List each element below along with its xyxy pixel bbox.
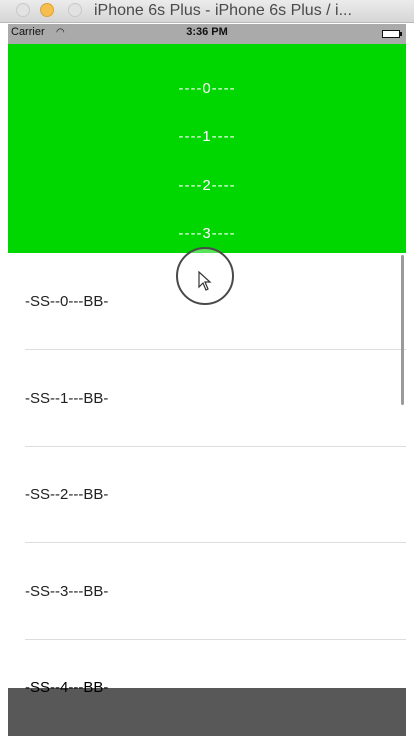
battery-icon bbox=[382, 30, 402, 38]
minimize-window-button[interactable] bbox=[40, 3, 54, 17]
touch-cursor-indicator bbox=[176, 247, 234, 305]
partially-hidden-row-label: -SS--4---BB- bbox=[25, 680, 109, 696]
zoom-window-button[interactable] bbox=[68, 3, 82, 17]
green-header: ----0---- ----1---- ----2---- ----3---- bbox=[8, 44, 406, 253]
window-title-bar: iPhone 6s Plus - iPhone 6s Plus / i... bbox=[0, 0, 414, 23]
row-label: -SS--3---BB- bbox=[25, 583, 109, 600]
table-row[interactable]: -SS--3---BB- bbox=[8, 543, 406, 640]
window-title: iPhone 6s Plus - iPhone 6s Plus / i... bbox=[94, 2, 352, 19]
mouse-pointer-icon bbox=[198, 271, 212, 291]
row-separator bbox=[25, 639, 406, 640]
header-item-2[interactable]: ----2---- bbox=[8, 177, 406, 194]
status-bar: Carrier ◠ 3:36 PM bbox=[8, 24, 406, 44]
table-row[interactable]: -SS--2---BB- bbox=[8, 446, 406, 543]
row-label: -SS--1---BB- bbox=[25, 390, 109, 407]
row-label: -SS--0---BB- bbox=[25, 293, 109, 310]
status-time: 3:36 PM bbox=[186, 26, 228, 38]
row-label: -SS--2---BB- bbox=[25, 486, 109, 503]
table-view[interactable]: -SS--0---BB- -SS--1---BB- -SS--2---BB- -… bbox=[8, 253, 406, 688]
close-window-button[interactable] bbox=[16, 3, 30, 17]
header-item-0[interactable]: ----0---- bbox=[8, 80, 406, 97]
table-row[interactable]: -SS--1---BB- bbox=[8, 350, 406, 447]
header-item-3[interactable]: ----3---- bbox=[8, 225, 406, 242]
header-item-1[interactable]: ----1---- bbox=[8, 128, 406, 145]
scroll-indicator[interactable] bbox=[401, 255, 404, 405]
